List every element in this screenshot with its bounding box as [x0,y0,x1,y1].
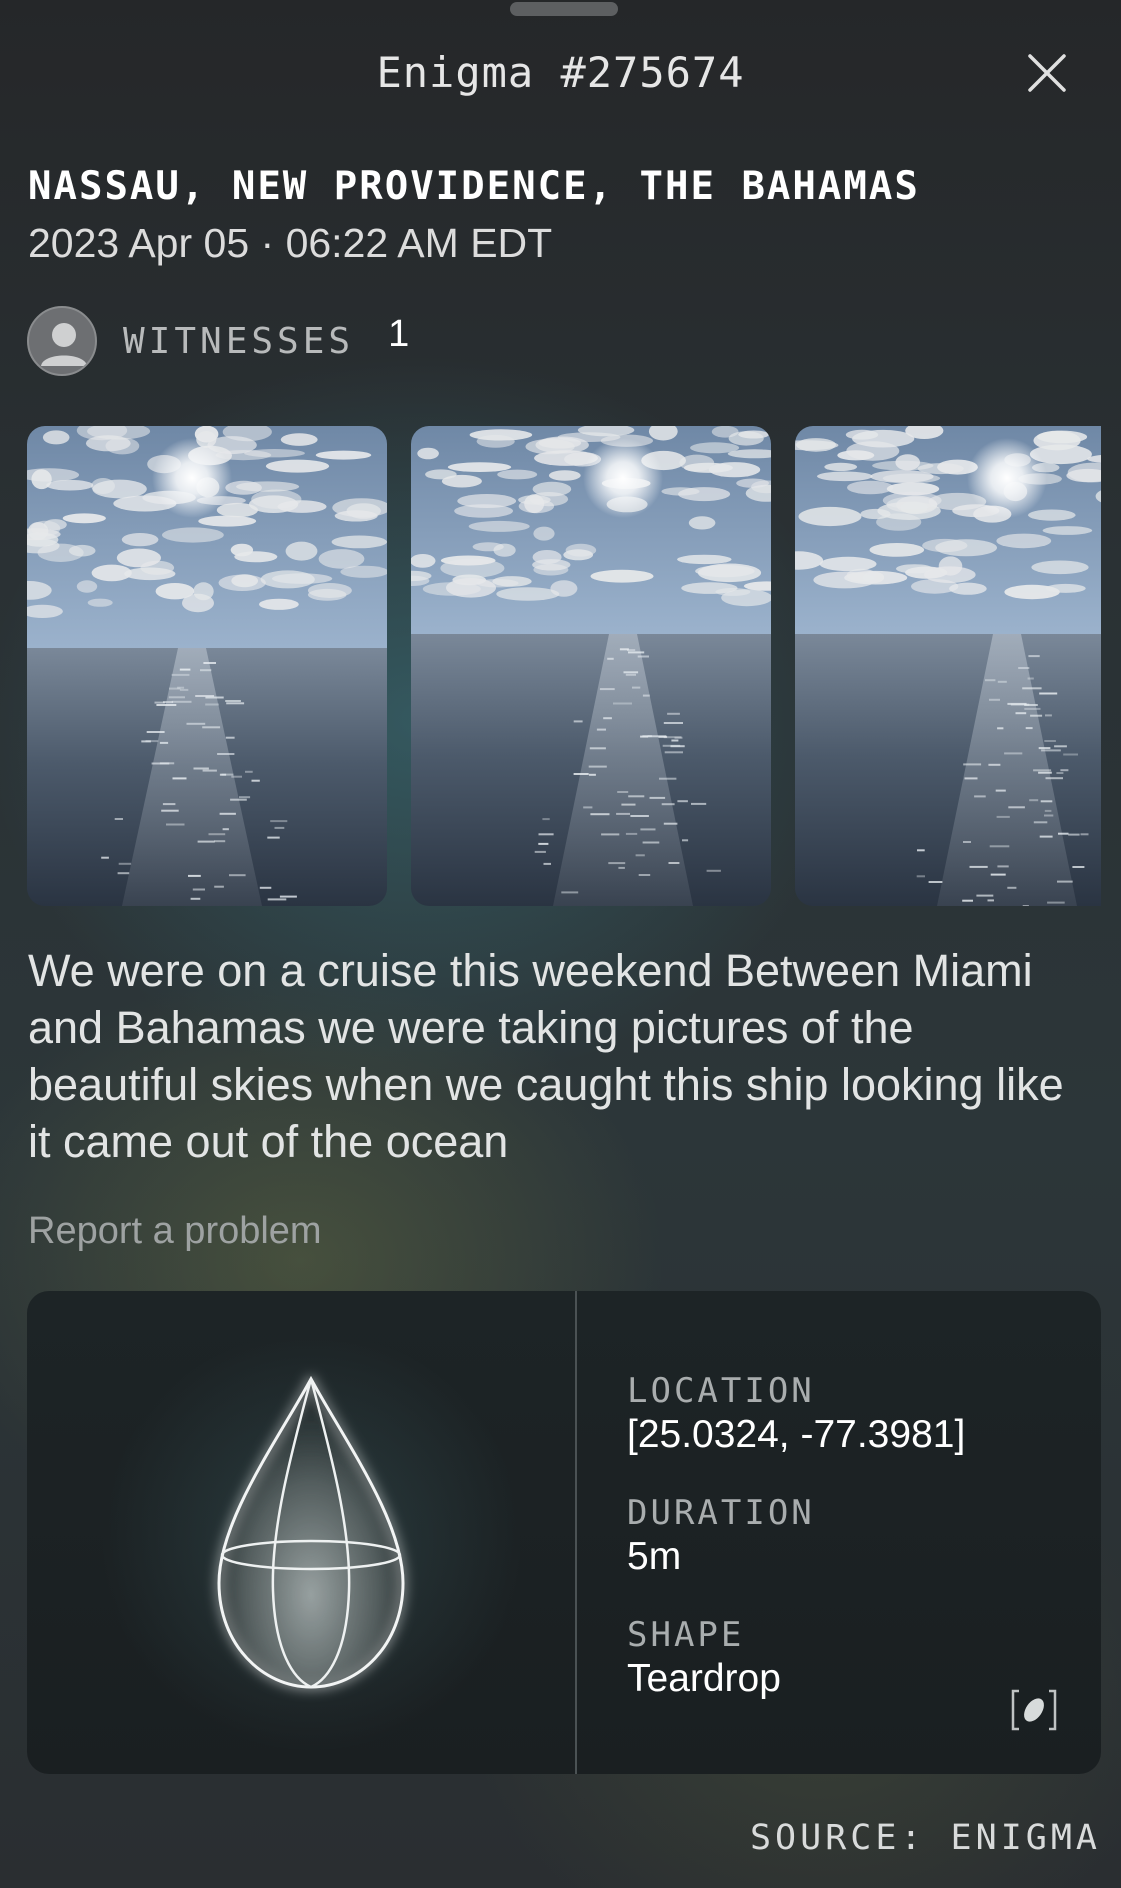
person-avatar-icon[interactable] [27,306,97,376]
photo-3[interactable] [795,426,1101,906]
shape-label: SHAPE [627,1615,745,1655]
details-card: LOCATION [25.0324, -77.3981] DURATION 5m… [27,1291,1101,1774]
shape-value: Teardrop [627,1657,781,1700]
duration-detail: DURATION 5m [627,1493,815,1579]
witnesses-row[interactable]: WITNESSES 1 [27,305,409,377]
report-problem-link[interactable]: Report a problem [28,1210,322,1253]
duration-value: 5m [627,1535,682,1578]
sheet-grabber[interactable] [510,2,618,16]
source-attribution: SOURCE: ENIGMA [749,1818,1101,1858]
shape-illustration [27,1291,575,1774]
location-value: [25.0324, -77.3981] [627,1413,966,1456]
duration-label: DURATION [627,1493,815,1533]
shape-detail-icon [1011,1689,1057,1731]
location-label: LOCATION [627,1371,815,1411]
card-divider [575,1291,577,1774]
page-title: Enigma #275674 [376,48,745,97]
close-button[interactable] [1020,46,1074,100]
shape-detail: SHAPE Teardrop [627,1615,781,1701]
location-detail: LOCATION [25.0324, -77.3981] [627,1371,965,1457]
sighting-datetime: 2023 Apr 05 · 06:22 AM EDT [28,220,553,266]
shape-detail-button[interactable] [1007,1683,1061,1737]
sighting-description: We were on a cruise this weekend Between… [28,945,1064,1167]
close-icon [1028,54,1066,92]
witnesses-count: 1 [388,312,410,355]
photo-gallery[interactable] [27,426,1101,906]
teardrop-wireframe-icon [217,1375,405,1689]
photo-2[interactable] [411,426,771,906]
sighting-location: NASSAU, NEW PROVIDENCE, THE BAHAMAS [28,164,920,209]
photo-1[interactable] [27,426,387,906]
witnesses-label: WITNESSES [123,320,355,362]
